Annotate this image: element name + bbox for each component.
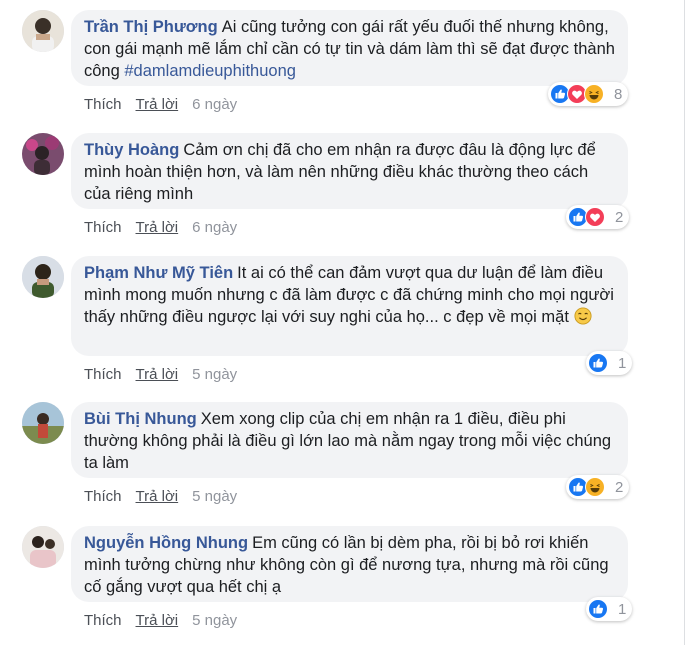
comment-bubble: Nguyễn Hồng Nhung Em cũng có lần bị dèm p… [71, 526, 628, 602]
reaction-summary[interactable]: 2 [566, 475, 630, 499]
reaction-count: 2 [615, 478, 624, 496]
comment-author[interactable]: Bùi Thị Nhung [84, 410, 197, 428]
comment-bubble: Thùy Hoàng Cảm ơn chị đã cho em nhận ra đ… [71, 133, 628, 209]
reaction-summary[interactable]: 1 [586, 597, 633, 621]
reaction-summary[interactable]: 1 [586, 351, 633, 375]
comment-actions: Thích Trả lời 6 ngày [84, 219, 237, 236]
like-icon [588, 353, 608, 373]
comment-time[interactable]: 6 ngày [192, 219, 237, 236]
reply-button[interactable]: Trả lời [136, 488, 179, 505]
comment-author[interactable]: Phạm Như Mỹ Tiên [84, 264, 233, 282]
smile-emoji-icon [573, 307, 592, 325]
comment-author[interactable]: Thùy Hoàng [84, 141, 179, 159]
reaction-summary[interactable]: 8 [548, 82, 629, 106]
comment-author[interactable]: Trần Thị Phương [84, 18, 218, 36]
comment-author[interactable]: Nguyễn Hồng Nhung [84, 534, 248, 552]
avatar[interactable] [22, 10, 64, 52]
comment-actions: Thích Trả lời 5 ngày [84, 488, 237, 505]
reaction-count: 2 [615, 208, 624, 226]
comment-actions: Thích Trả lời 6 ngày [84, 96, 237, 113]
reaction-count: 1 [618, 600, 627, 618]
like-button[interactable]: Thích [84, 366, 122, 383]
reply-button[interactable]: Trả lời [136, 96, 179, 113]
like-button[interactable]: Thích [84, 96, 122, 113]
comment-bubble: Trần Thị Phương Ai cũng tưởng con gái rất… [71, 10, 628, 86]
avatar[interactable] [22, 402, 64, 444]
haha-icon [585, 477, 605, 497]
comment-time[interactable]: 5 ngày [192, 488, 237, 505]
like-button[interactable]: Thích [84, 612, 122, 629]
comment-bubble: Phạm Như Mỹ Tiên It ai có thể can đảm vượ… [71, 256, 628, 356]
reaction-count: 8 [614, 85, 623, 103]
comment-time[interactable]: 5 ngày [192, 612, 237, 629]
comment-time[interactable]: 6 ngày [192, 96, 237, 113]
like-button[interactable]: Thích [84, 219, 122, 236]
hashtag-link[interactable]: #damlamdieuphithuong [124, 62, 296, 80]
comment-actions: Thích Trả lời 5 ngày [84, 366, 237, 383]
comment-time[interactable]: 5 ngày [192, 366, 237, 383]
comment-actions: Thích Trả lời 5 ngày [84, 612, 237, 629]
reaction-summary[interactable]: 2 [566, 205, 630, 229]
reaction-count: 1 [618, 354, 627, 372]
haha-icon [584, 84, 604, 104]
reply-button[interactable]: Trả lời [136, 612, 179, 629]
like-icon [588, 599, 608, 619]
love-icon [585, 207, 605, 227]
avatar[interactable] [22, 256, 64, 298]
avatar[interactable] [22, 133, 64, 175]
comment-bubble: Bùi Thị Nhung Xem xong clip của chị em nh… [71, 402, 628, 478]
like-button[interactable]: Thích [84, 488, 122, 505]
reply-button[interactable]: Trả lời [136, 219, 179, 236]
reply-button[interactable]: Trả lời [136, 366, 179, 383]
avatar[interactable] [22, 526, 64, 568]
